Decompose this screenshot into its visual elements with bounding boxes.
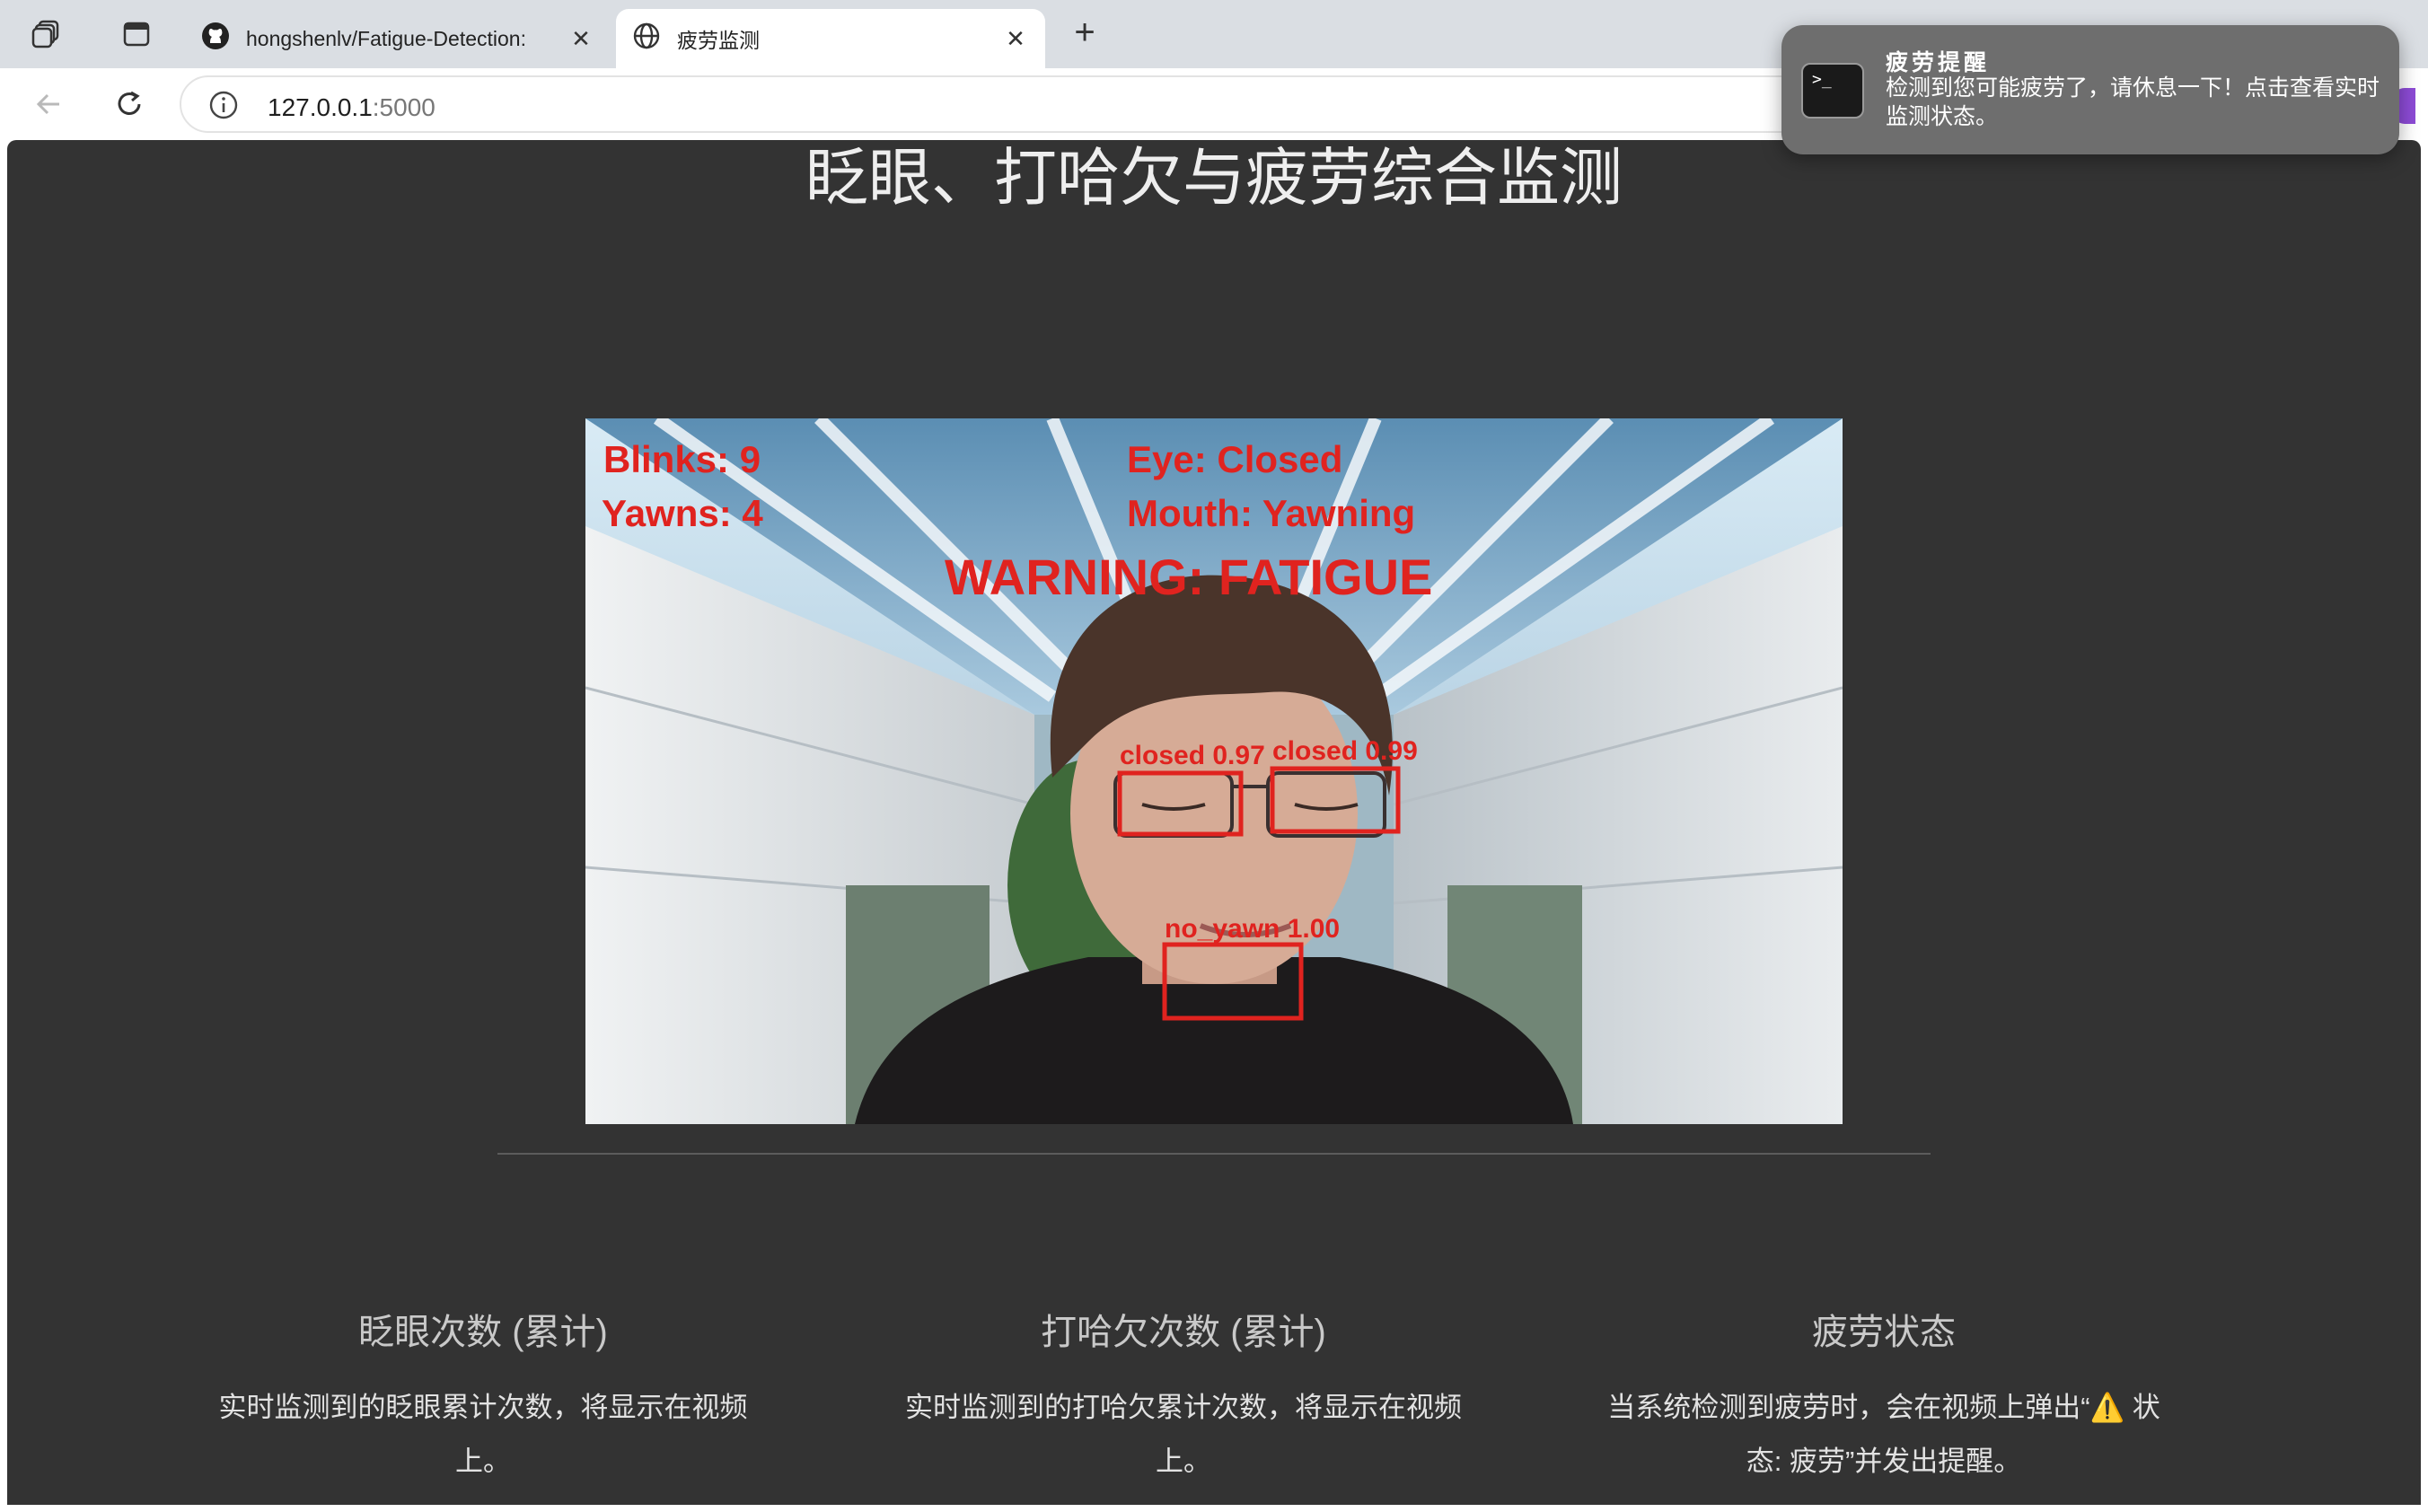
card-text: 当系统检测到疲劳时，会在视频上弹出“⚠️ 状态: 疲劳”并发出提醒。 xyxy=(1607,1392,2160,1477)
site-info-icon[interactable] xyxy=(208,90,239,125)
video-feed: Blinks: 9 Yawns: 4 Eye: Closed Mouth: Ya… xyxy=(585,418,1843,1124)
arrow-left-icon xyxy=(36,93,59,115)
web-page: 眨眼、打哈欠与疲劳综合监测 Blinks: 9 Yawns: 4 Eye: Cl… xyxy=(7,140,2421,1505)
mouth-label: no_yawn 1.00 xyxy=(1165,914,1340,944)
mouth-state-overlay: Mouth: Yawning xyxy=(1127,492,1415,534)
card-title: 打哈欠次数 (累计) xyxy=(1041,1313,1326,1352)
tab-github[interactable]: hongshenlv/Fatigue-Detection: ✕ xyxy=(185,9,611,68)
notification-body: 检测到您可能疲劳了，请休息一下！点击查看实时监测状态。 xyxy=(1886,75,2380,129)
tab-close-icon[interactable]: ✕ xyxy=(1002,25,1029,53)
card-blink-count: 眨眼次数 (累计) 实时监测到的眨眼累计次数，将显示在视频上。 xyxy=(196,1307,770,1489)
terminal-icon: >_ xyxy=(1801,63,1864,119)
globe-icon xyxy=(632,22,661,56)
sidebar-toggle-icon[interactable] xyxy=(117,14,156,54)
new-tab-button[interactable]: + xyxy=(1065,13,1104,52)
fatigue-notification[interactable]: >_ 疲劳提醒 检测到您可能疲劳了，请休息一下！点击查看实时监测状态。 xyxy=(1781,25,2399,154)
card-text: 实时监测到的眨眼累计次数，将显示在视频上。 xyxy=(218,1392,748,1477)
card-fatigue-status: 疲劳状态 当系统检测到疲劳时，会在视频上弹出“⚠️ 状态: 疲劳”并发出提醒。 xyxy=(1597,1307,2171,1489)
tab-groups-icon[interactable] xyxy=(27,14,66,54)
back-button[interactable] xyxy=(27,83,70,126)
section-divider xyxy=(497,1153,1931,1155)
card-text: 实时监测到的打哈欠累计次数，将显示在视频上。 xyxy=(905,1392,1462,1477)
notification-title: 疲劳提醒 xyxy=(1886,50,1991,75)
card-yawn-count: 打哈欠次数 (累计) 实时监测到的打哈欠累计次数，将显示在视频上。 xyxy=(896,1307,1471,1489)
blinks-overlay: Blinks: 9 xyxy=(603,438,761,480)
tab-title: hongshenlv/Fatigue-Detection: xyxy=(246,26,526,50)
tab-close-icon[interactable]: ✕ xyxy=(567,25,594,53)
card-title: 疲劳状态 xyxy=(1812,1313,1956,1352)
reload-icon xyxy=(118,91,141,115)
tab-title: 疲劳监测 xyxy=(677,29,760,52)
eye-state-overlay: Eye: Closed xyxy=(1127,438,1342,480)
reload-button[interactable] xyxy=(108,83,151,126)
left-eye-label: closed 0.97 xyxy=(1120,741,1265,770)
yawns-overlay: Yawns: 4 xyxy=(602,492,763,534)
fatigue-warning-overlay: WARNING: FATIGUE xyxy=(945,549,1432,605)
tab-fatigue-monitor[interactable]: 疲劳监测 ✕ xyxy=(616,9,1045,68)
address-url: 127.0.0.1:5000 xyxy=(268,93,435,121)
card-title: 眨眼次数 (累计) xyxy=(358,1313,608,1352)
right-eye-label: closed 0.99 xyxy=(1272,736,1418,766)
github-icon xyxy=(201,22,230,56)
